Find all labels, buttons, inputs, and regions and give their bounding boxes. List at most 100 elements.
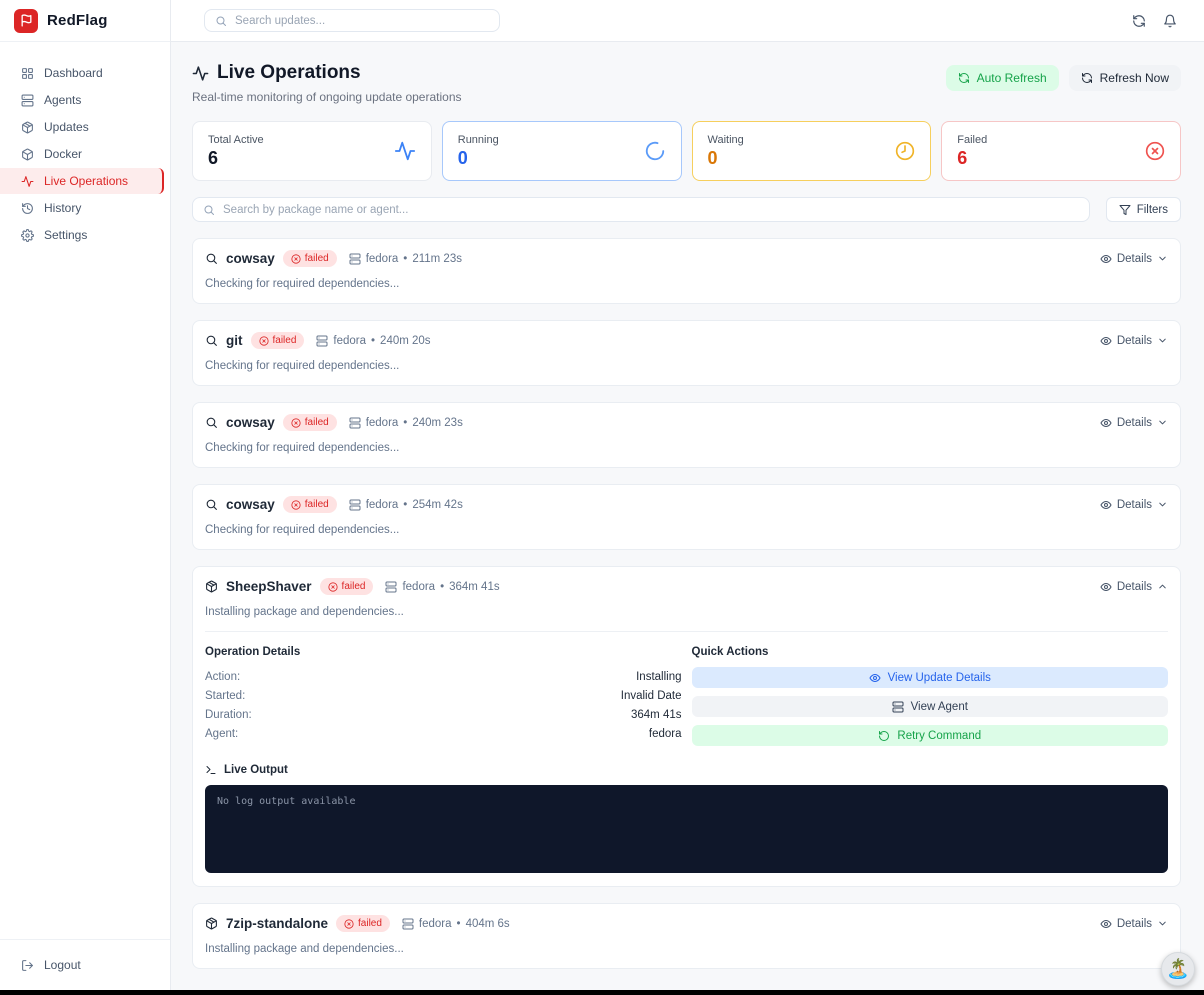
island-emoji-icon: 🏝️ [1166, 957, 1190, 981]
sidebar-item-dashboard[interactable]: Dashboard [0, 60, 164, 86]
meta-separator: • [403, 253, 407, 265]
chevron-down-icon [1157, 918, 1168, 929]
auto-refresh-button[interactable]: Auto Refresh [946, 65, 1059, 91]
sidebar: RedFlag Dashboard Agents Updates Docker … [0, 0, 171, 990]
duration: 404m 6s [466, 918, 510, 930]
quick-actions-heading: Quick Actions [692, 646, 1169, 658]
bottom-edge-bar [0, 990, 1204, 995]
activity-icon [21, 175, 34, 188]
details-button[interactable]: Details [1100, 581, 1168, 593]
logout-label: Logout [44, 958, 81, 972]
package-icon [205, 580, 218, 593]
x-circle-icon [1145, 141, 1165, 161]
operation-message: Checking for required dependencies... [205, 278, 1168, 290]
operation-card: cowsay failed fedora • 240m 23s Details [192, 402, 1181, 468]
details-button[interactable]: Details [1100, 417, 1168, 429]
status-badge: failed [320, 578, 374, 595]
search-icon [215, 15, 227, 27]
sidebar-item-label: Updates [44, 120, 89, 134]
status-badge: failed [283, 250, 337, 267]
duration: 240m 20s [380, 335, 431, 347]
server-icon [402, 918, 414, 930]
eye-icon [1100, 253, 1112, 265]
status-badge: failed [251, 332, 305, 349]
meta-separator: • [371, 335, 375, 347]
refresh-icon[interactable] [1132, 14, 1146, 28]
duration: 211m 23s [412, 253, 462, 265]
live-output-heading: Live Output [224, 764, 288, 776]
details-button[interactable]: Details [1100, 918, 1168, 930]
operation-name: git [226, 333, 243, 348]
sidebar-item-label: Live Operations [44, 174, 128, 188]
search-icon [205, 416, 218, 429]
global-search[interactable] [204, 9, 500, 32]
stat-card-total-active: Total Active 6 [192, 121, 432, 181]
agent-name: fedora [366, 499, 399, 511]
details-button[interactable]: Details [1100, 253, 1168, 265]
redflag-logo-icon [14, 9, 38, 33]
operation-name: cowsay [226, 497, 275, 512]
view-update-details-button[interactable]: View Update Details [692, 667, 1169, 688]
page-title: Live Operations [217, 62, 361, 84]
operation-details-panel: Operation Details Action: Installing Sta… [205, 631, 1168, 873]
operation-card-expanded: SheepShaver failed fedora • 364m 41s Det… [192, 566, 1181, 887]
package-icon [205, 917, 218, 930]
view-agent-button[interactable]: View Agent [692, 696, 1169, 717]
search-icon [205, 498, 218, 511]
retry-command-button[interactable]: Retry Command [692, 725, 1169, 746]
details-button[interactable]: Details [1100, 335, 1168, 347]
eye-icon [1100, 581, 1112, 593]
clock-icon [895, 141, 915, 161]
sidebar-item-history[interactable]: History [0, 195, 164, 221]
sidebar-item-live-operations[interactable]: Live Operations [0, 168, 164, 194]
global-search-input[interactable] [235, 15, 489, 27]
stat-label: Waiting [708, 134, 744, 146]
logout-button[interactable]: Logout [0, 952, 164, 978]
operations-search-input[interactable] [223, 204, 1079, 216]
island-emoji-button[interactable]: 🏝️ [1161, 952, 1195, 986]
chevron-up-icon [1157, 581, 1168, 592]
filter-funnel-icon [1119, 204, 1131, 216]
duration: 240m 23s [412, 417, 463, 429]
logout-icon [21, 959, 34, 972]
gear-icon [21, 229, 34, 242]
sidebar-item-label: Docker [44, 147, 82, 161]
meta-separator: • [403, 417, 407, 429]
status-badge: failed [336, 915, 390, 932]
stat-cards: Total Active 6 Running 0 Waiting 0 [192, 121, 1181, 181]
stat-value: 6 [208, 148, 264, 169]
bell-icon[interactable] [1163, 14, 1177, 28]
sidebar-nav: Dashboard Agents Updates Docker Live Ope… [0, 42, 170, 939]
sidebar-item-label: Settings [44, 228, 87, 242]
sidebar-item-agents[interactable]: Agents [0, 87, 164, 113]
history-icon [21, 202, 34, 215]
main-content: Live Operations Real-time monitoring of … [171, 42, 1204, 990]
chevron-down-icon [1157, 499, 1168, 510]
server-icon [892, 701, 904, 713]
detail-row: Started: Invalid Date [205, 686, 682, 705]
sidebar-item-docker[interactable]: Docker [0, 141, 164, 167]
refresh-now-button[interactable]: Refresh Now [1069, 65, 1181, 91]
details-button[interactable]: Details [1100, 499, 1168, 511]
live-output-terminal[interactable]: No log output available [205, 785, 1168, 873]
detail-row: Agent: fedora [205, 724, 682, 743]
filters-button[interactable]: Filters [1106, 197, 1181, 222]
brand: RedFlag [0, 0, 170, 42]
sidebar-item-updates[interactable]: Updates [0, 114, 164, 140]
operation-details-heading: Operation Details [205, 646, 682, 658]
stat-card-failed: Failed 6 [941, 121, 1181, 181]
page-subtitle: Real-time monitoring of ongoing update o… [192, 90, 462, 104]
eye-icon [1100, 335, 1112, 347]
status-badge: failed [283, 414, 337, 431]
server-icon [349, 417, 361, 429]
operation-name: SheepShaver [226, 579, 312, 594]
sidebar-item-settings[interactable]: Settings [0, 222, 164, 248]
server-icon [385, 581, 397, 593]
operations-search[interactable] [192, 197, 1090, 222]
operation-name: cowsay [226, 251, 275, 266]
operation-name: cowsay [226, 415, 275, 430]
agent-name: fedora [366, 417, 399, 429]
brand-name: RedFlag [47, 12, 108, 29]
quick-actions-section: Quick Actions View Update Details View A… [692, 646, 1169, 754]
meta-separator: • [403, 499, 407, 511]
